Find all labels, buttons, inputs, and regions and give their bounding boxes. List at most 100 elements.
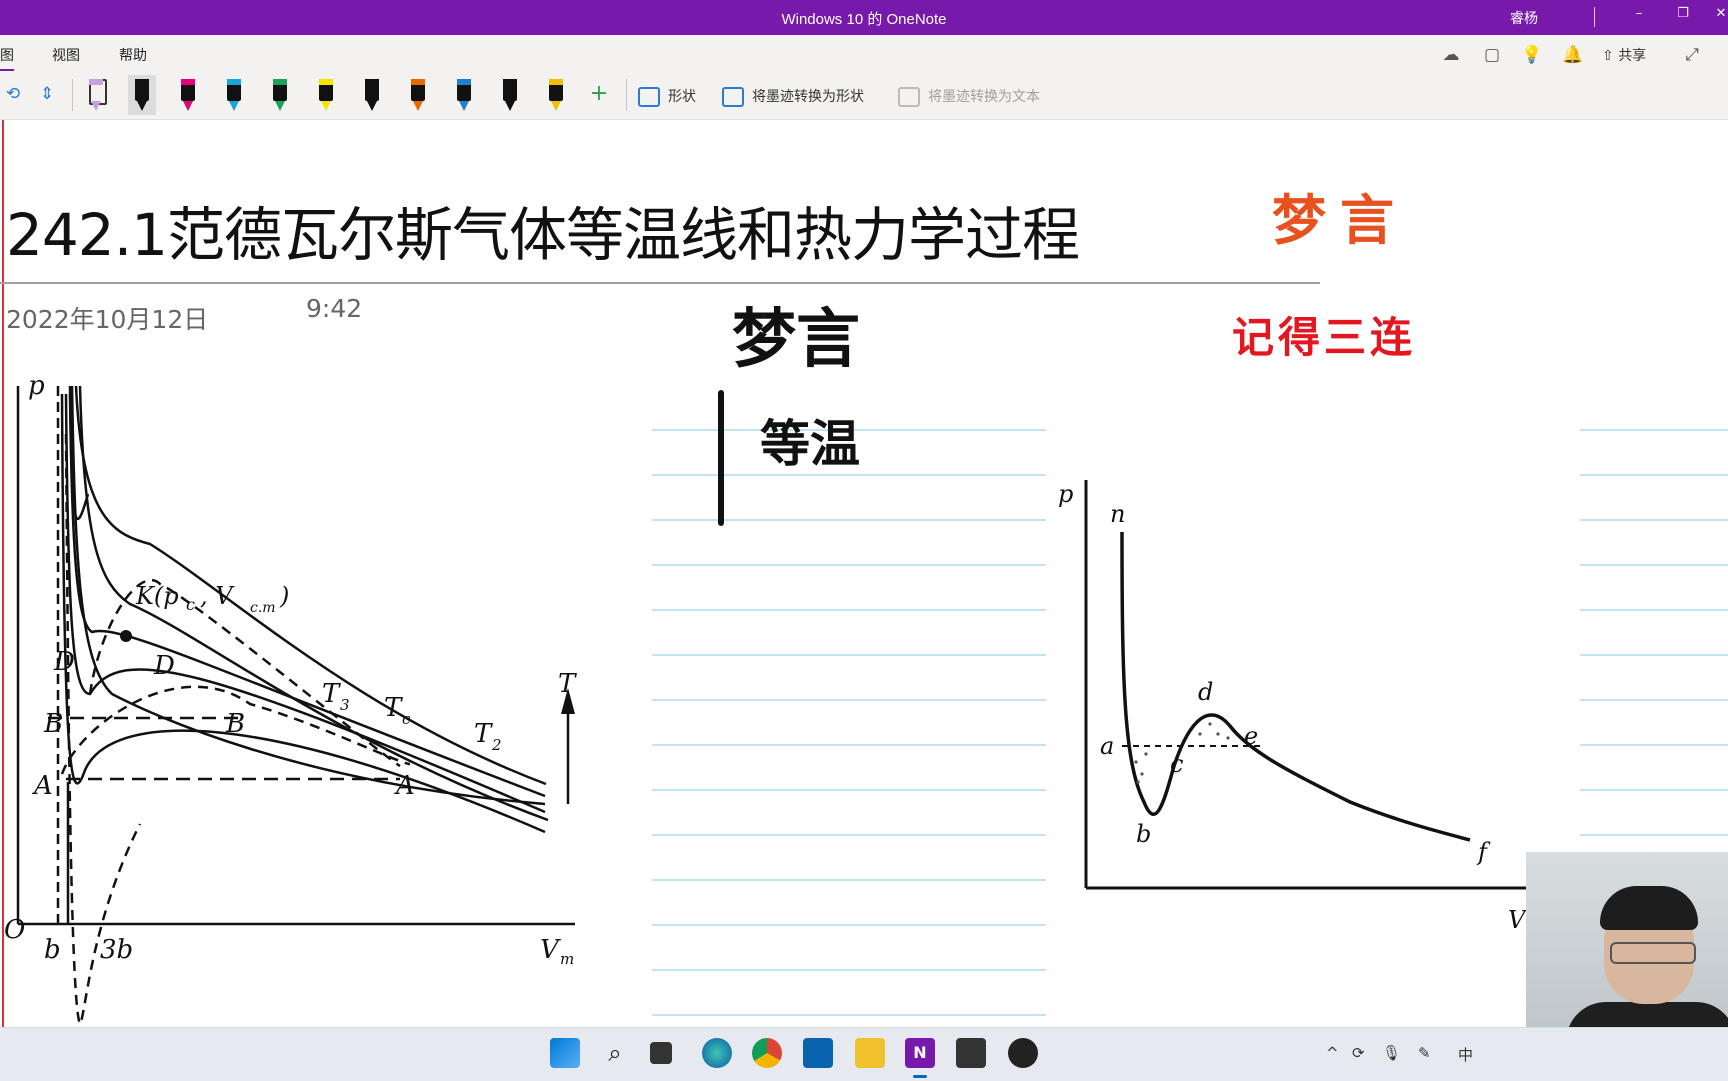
pen-swatch[interactable] [128, 75, 156, 115]
ribbon-separator [72, 79, 73, 111]
equal-area-figure[interactable]: p n a b c d e f V [1050, 382, 1580, 1022]
title-bar: Windows 10 的 OneNote 睿杨 – ❐ ✕ [0, 0, 1728, 35]
page-date: 2022年10月12日 [6, 305, 209, 334]
fig1-label-3b: 3b [100, 935, 133, 965]
restore-button[interactable]: ❐ [1668, 6, 1698, 28]
pen-swatch[interactable] [450, 75, 478, 115]
pen-color-band [89, 79, 103, 85]
pen-swatch[interactable] [220, 75, 248, 115]
pen-tip [367, 101, 377, 111]
tray-pen-icon[interactable]: ✎ [1418, 1044, 1431, 1062]
fig1-label-b2: B [225, 709, 245, 739]
sync-icon[interactable]: ☁ [1440, 44, 1462, 66]
fig1-label-a: A [32, 771, 53, 801]
pen-swatch[interactable] [174, 75, 202, 115]
mail-icon[interactable] [803, 1038, 833, 1068]
bell-icon[interactable]: 🔔 [1562, 44, 1584, 66]
page-time: 9:42 [306, 294, 363, 323]
close-button[interactable]: ✕ [1706, 6, 1728, 28]
lasso-select-icon[interactable]: ⟲ [2, 83, 24, 105]
pen-color-band [135, 79, 149, 85]
pen-swatch[interactable] [312, 75, 340, 115]
fig2-label-e: e [1244, 722, 1258, 750]
tab-help[interactable]: 帮助 [119, 45, 147, 65]
fig2-label-b: b [1136, 820, 1151, 848]
title-divider [0, 282, 1320, 284]
task-view-icon[interactable] [650, 1042, 672, 1064]
tray-chevron-icon[interactable]: ^ [1326, 1044, 1339, 1062]
pen-swatch[interactable] [496, 75, 524, 115]
window-title: Windows 10 的 OneNote [781, 11, 947, 28]
fig1-label-d: D [53, 647, 75, 677]
pen-tip [459, 101, 469, 111]
fig1-label-tc: T [384, 693, 403, 723]
shapes-label: 形状 [668, 89, 696, 105]
share-button[interactable]: ⇧ 共享 [1602, 45, 1646, 65]
fig1-label-vcm: , V [200, 582, 235, 610]
pen-swatch[interactable] [82, 75, 110, 115]
pen-color-band [411, 79, 425, 85]
fig2-label-n: n [1110, 500, 1125, 528]
fig1-label-d2: D [153, 651, 175, 681]
fig1-label-paren: ) [279, 582, 289, 610]
pen-swatch[interactable] [266, 75, 294, 115]
add-space-icon[interactable]: ⇕ [36, 83, 58, 105]
fig2-label-v: V [1508, 906, 1528, 934]
chrome-icon[interactable] [752, 1038, 782, 1068]
tab-view[interactable]: 视图 [52, 45, 80, 65]
fig1-label-b: B [43, 709, 63, 739]
shapes-button[interactable]: 形状 [638, 86, 696, 107]
onenote-icon[interactable]: N [905, 1038, 935, 1068]
vdw-isotherm-figure[interactable]: p K(p c , V c.m ) D D B B A A T 3 T c T … [0, 364, 590, 1027]
ink-signature-orange[interactable]: 梦言 [1272, 176, 1408, 255]
pen-tip [505, 101, 515, 111]
pen-color-band [319, 79, 333, 85]
fig1-label-t2: T [474, 719, 493, 749]
notebook-icon[interactable]: ▢ [1481, 44, 1503, 66]
ink-stroke-bar[interactable] [718, 390, 724, 526]
file-explorer-icon[interactable] [855, 1038, 885, 1068]
app-icon[interactable] [956, 1038, 986, 1068]
tray-ime-indicator[interactable]: 中 [1458, 1044, 1473, 1065]
expand-icon[interactable]: ⤢ [1681, 44, 1703, 66]
ink-reminder-red[interactable]: 记得三连 [1232, 304, 1416, 365]
fig1-label-vm-sub: m [560, 950, 574, 968]
tray-sync-icon[interactable]: ⟳ [1352, 1044, 1365, 1062]
page-title[interactable]: 242.1范德瓦尔斯气体等温线和热力学过程 [6, 188, 1080, 272]
obs-icon[interactable] [1008, 1038, 1038, 1068]
tab-draw[interactable]: 图 [0, 45, 14, 72]
fig1-label-vm: V [540, 935, 561, 965]
pen-swatch[interactable] [542, 75, 570, 115]
ribbon-separator [626, 79, 627, 111]
edge-icon[interactable] [702, 1038, 732, 1068]
start-icon[interactable] [550, 1038, 580, 1068]
ink-handwriting-1[interactable]: 梦言 [732, 288, 860, 380]
pen-tip [91, 101, 101, 111]
ink-handwriting-2[interactable]: 等温 [760, 404, 860, 476]
pen-tip [183, 101, 193, 111]
fig1-label-t: T [558, 669, 577, 699]
tray-mic-icon[interactable]: 🎙 [1382, 1044, 1401, 1062]
pen-tip [413, 101, 423, 111]
add-pen-icon[interactable]: + [588, 83, 610, 105]
fig1-label-t3: T [322, 679, 341, 709]
shapes-icon [638, 87, 660, 107]
minimize-button[interactable]: – [1624, 6, 1654, 28]
lightbulb-icon[interactable]: 💡 [1521, 44, 1543, 66]
account-name[interactable]: 睿杨 [1510, 8, 1538, 28]
ink-to-shape-button[interactable]: 将墨迹转换为形状 [722, 86, 864, 107]
pen-tip [321, 101, 331, 111]
fig1-label-a2: A [394, 771, 415, 801]
page-canvas[interactable]: 242.1范德瓦尔斯气体等温线和热力学过程 2022年10月12日 9:42 梦… [0, 120, 1728, 1027]
pen-color-band [181, 79, 195, 85]
pen-swatch[interactable] [404, 75, 432, 115]
taskbar: ⌕ N ^ ⟳ 🎙 ✎ 中 [0, 1027, 1728, 1081]
share-icon: ⇧ [1602, 48, 1619, 64]
share-label: 共享 [1618, 48, 1647, 64]
pen-swatch[interactable] [358, 75, 386, 115]
pen-color-band [227, 79, 241, 85]
webcam-person-glasses [1610, 942, 1696, 964]
ink-to-text-button[interactable]: 将墨迹转换为文本 [898, 86, 1040, 107]
titlebar-separator [1594, 7, 1595, 27]
search-icon[interactable]: ⌕ [600, 1038, 630, 1068]
